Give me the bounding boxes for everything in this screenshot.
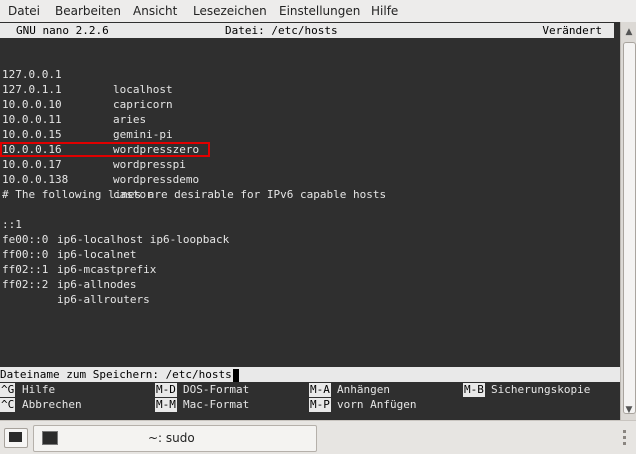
- save-filename-prompt[interactable]: Dateiname zum Speichern: /etc/hosts: [0, 367, 620, 382]
- ipv6-comment: # The following lines are desirable for …: [2, 188, 387, 201]
- shortcut-key-mac[interactable]: M-M: [155, 398, 177, 412]
- nano-modified-status: Verändert: [542, 24, 602, 37]
- hosts-line: 10.0.0.16 wordpresspi: [0, 127, 186, 171]
- terminal-area[interactable]: GNU nano 2.2.6 Datei: /etc/hosts Verände…: [0, 22, 620, 420]
- host-name: aries: [113, 113, 147, 126]
- shortcut-label-append: Anhängen: [337, 383, 390, 396]
- shortcut-key-cancel[interactable]: ^C: [0, 398, 16, 412]
- shortcut-key-help[interactable]: ^G: [0, 383, 16, 397]
- shortcut-label-help: Hilfe: [22, 383, 56, 396]
- shortcut-label-cancel: Abbrechen: [22, 398, 82, 411]
- shortcut-label-prepend: vorn Anfügen: [337, 398, 417, 411]
- menu-einstellungen[interactable]: Einstellungen: [279, 4, 360, 18]
- shortcut-key-prepend[interactable]: M-P: [309, 398, 331, 412]
- scrollbar-thumb[interactable]: [623, 42, 636, 414]
- host-ip: 10.0.0.138: [2, 173, 69, 186]
- scroll-up-arrow-icon[interactable]: ▲: [623, 26, 635, 38]
- ipv6-line: ::1 ip6-localhost ip6-loopback: [0, 202, 229, 246]
- vertical-scrollbar[interactable]: ▲ ▼: [620, 22, 636, 420]
- terminal-icon: [42, 431, 58, 445]
- hosts-line: 127.0.1.1 capricorn: [0, 67, 173, 111]
- menu-ansicht[interactable]: Ansicht: [133, 4, 177, 18]
- hosts-line: 10.0.0.15 wordpresszero: [0, 112, 199, 156]
- hosts-line: 10.0.0.11 gemini-pi: [0, 97, 173, 141]
- ipv6-line: ff02::1 ip6-allnodes: [0, 247, 136, 291]
- menu-bearbeiten[interactable]: Bearbeiten: [55, 4, 121, 18]
- show-desktop-icon[interactable]: [4, 428, 28, 448]
- ipv6-name: ip6-localhost ip6-loopback: [57, 233, 230, 246]
- ipv6-name: ip6-allrouters: [57, 293, 150, 306]
- ipv6-name: ip6-localnet: [57, 248, 137, 261]
- shortcut-key-dos[interactable]: M-D: [155, 383, 177, 397]
- ipv6-line: ff00::0 ip6-mcastprefix: [0, 232, 156, 276]
- shortcut-label-mac: Mac-Format: [183, 398, 250, 411]
- prompt-text: Dateiname zum Speichern: /etc/hosts: [0, 368, 232, 381]
- text-cursor: [232, 368, 239, 382]
- menu-bar: Datei Bearbeiten Ansicht Lesezeichen Ein…: [0, 0, 636, 23]
- taskbar-window-label: ~: sudo: [148, 431, 195, 445]
- host-name: wordpresspi: [113, 158, 186, 171]
- host-name: localhost: [113, 83, 173, 96]
- taskbar: ~: sudo: [0, 420, 636, 454]
- menu-lesezeichen[interactable]: Lesezeichen: [193, 4, 267, 18]
- shortcut-label-dos: DOS-Format: [183, 383, 250, 396]
- tray-handle-icon[interactable]: [620, 427, 630, 449]
- hosts-line: 10.0.0.10 aries: [0, 82, 146, 126]
- nano-filename: Datei: /etc/hosts: [225, 24, 338, 37]
- highlight-box: [0, 142, 210, 157]
- hosts-line: 127.0.0.1 localhost: [0, 52, 173, 96]
- shortcut-label-backup: Sicherungskopie: [491, 383, 591, 396]
- ipv6-name: ip6-mcastprefix: [57, 263, 157, 276]
- host-name: wordpressdemo: [113, 173, 200, 186]
- ipv6-ip: ff02::2: [2, 278, 49, 291]
- menu-hilfe[interactable]: Hilfe: [371, 4, 398, 18]
- ipv6-line: fe00::0 ip6-localnet: [0, 217, 136, 261]
- scroll-down-arrow-icon[interactable]: ▼: [623, 404, 635, 416]
- taskbar-window-button[interactable]: ~: sudo: [33, 425, 317, 452]
- host-name: gemini-pi: [113, 128, 173, 141]
- nano-version: GNU nano 2.2.6: [16, 24, 109, 37]
- hosts-line: 10.0.0.138 castor: [0, 157, 153, 201]
- ipv6-name: ip6-allnodes: [57, 278, 137, 291]
- host-name: capricorn: [113, 98, 173, 111]
- ipv6-line: ff02::2 ip6-allrouters: [0, 262, 150, 306]
- shortcut-key-backup[interactable]: M-B: [463, 383, 485, 397]
- menu-datei[interactable]: Datei: [8, 4, 40, 18]
- nano-title-bar: GNU nano 2.2.6 Datei: /etc/hosts Verände…: [0, 23, 614, 38]
- shortcut-key-append[interactable]: M-A: [309, 383, 331, 397]
